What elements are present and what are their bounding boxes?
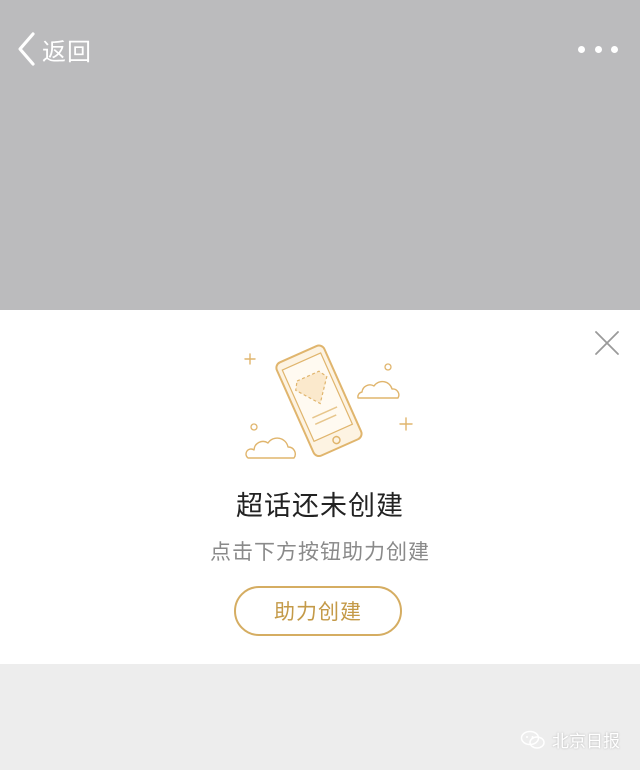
header-banner: 返回 <box>0 0 640 310</box>
phone-diamond-illustration <box>244 344 413 459</box>
back-label: 返回 <box>42 37 92 66</box>
close-icon[interactable] <box>594 330 620 356</box>
back-button[interactable]: 返回 <box>16 28 92 70</box>
more-dot <box>578 45 585 53</box>
sparkle-icon <box>399 417 413 431</box>
empty-state-title: 超话还未创建 <box>236 491 404 522</box>
help-create-button[interactable]: 助力创建 <box>234 586 402 636</box>
sparkle-icon <box>244 353 256 365</box>
more-button[interactable] <box>578 38 618 60</box>
watermark: 北京日报 <box>520 727 620 752</box>
more-dot <box>594 45 602 53</box>
watermark-label: 北京日报 <box>552 732 620 752</box>
more-dot <box>611 45 618 53</box>
empty-state-subtitle: 点击下方按钮助力创建 <box>210 540 430 564</box>
wechat-icon <box>520 730 545 749</box>
chevron-left-icon <box>18 32 35 66</box>
empty-state-panel: 超话还未创建 点击下方按钮助力创建 助力创建 <box>0 310 640 664</box>
